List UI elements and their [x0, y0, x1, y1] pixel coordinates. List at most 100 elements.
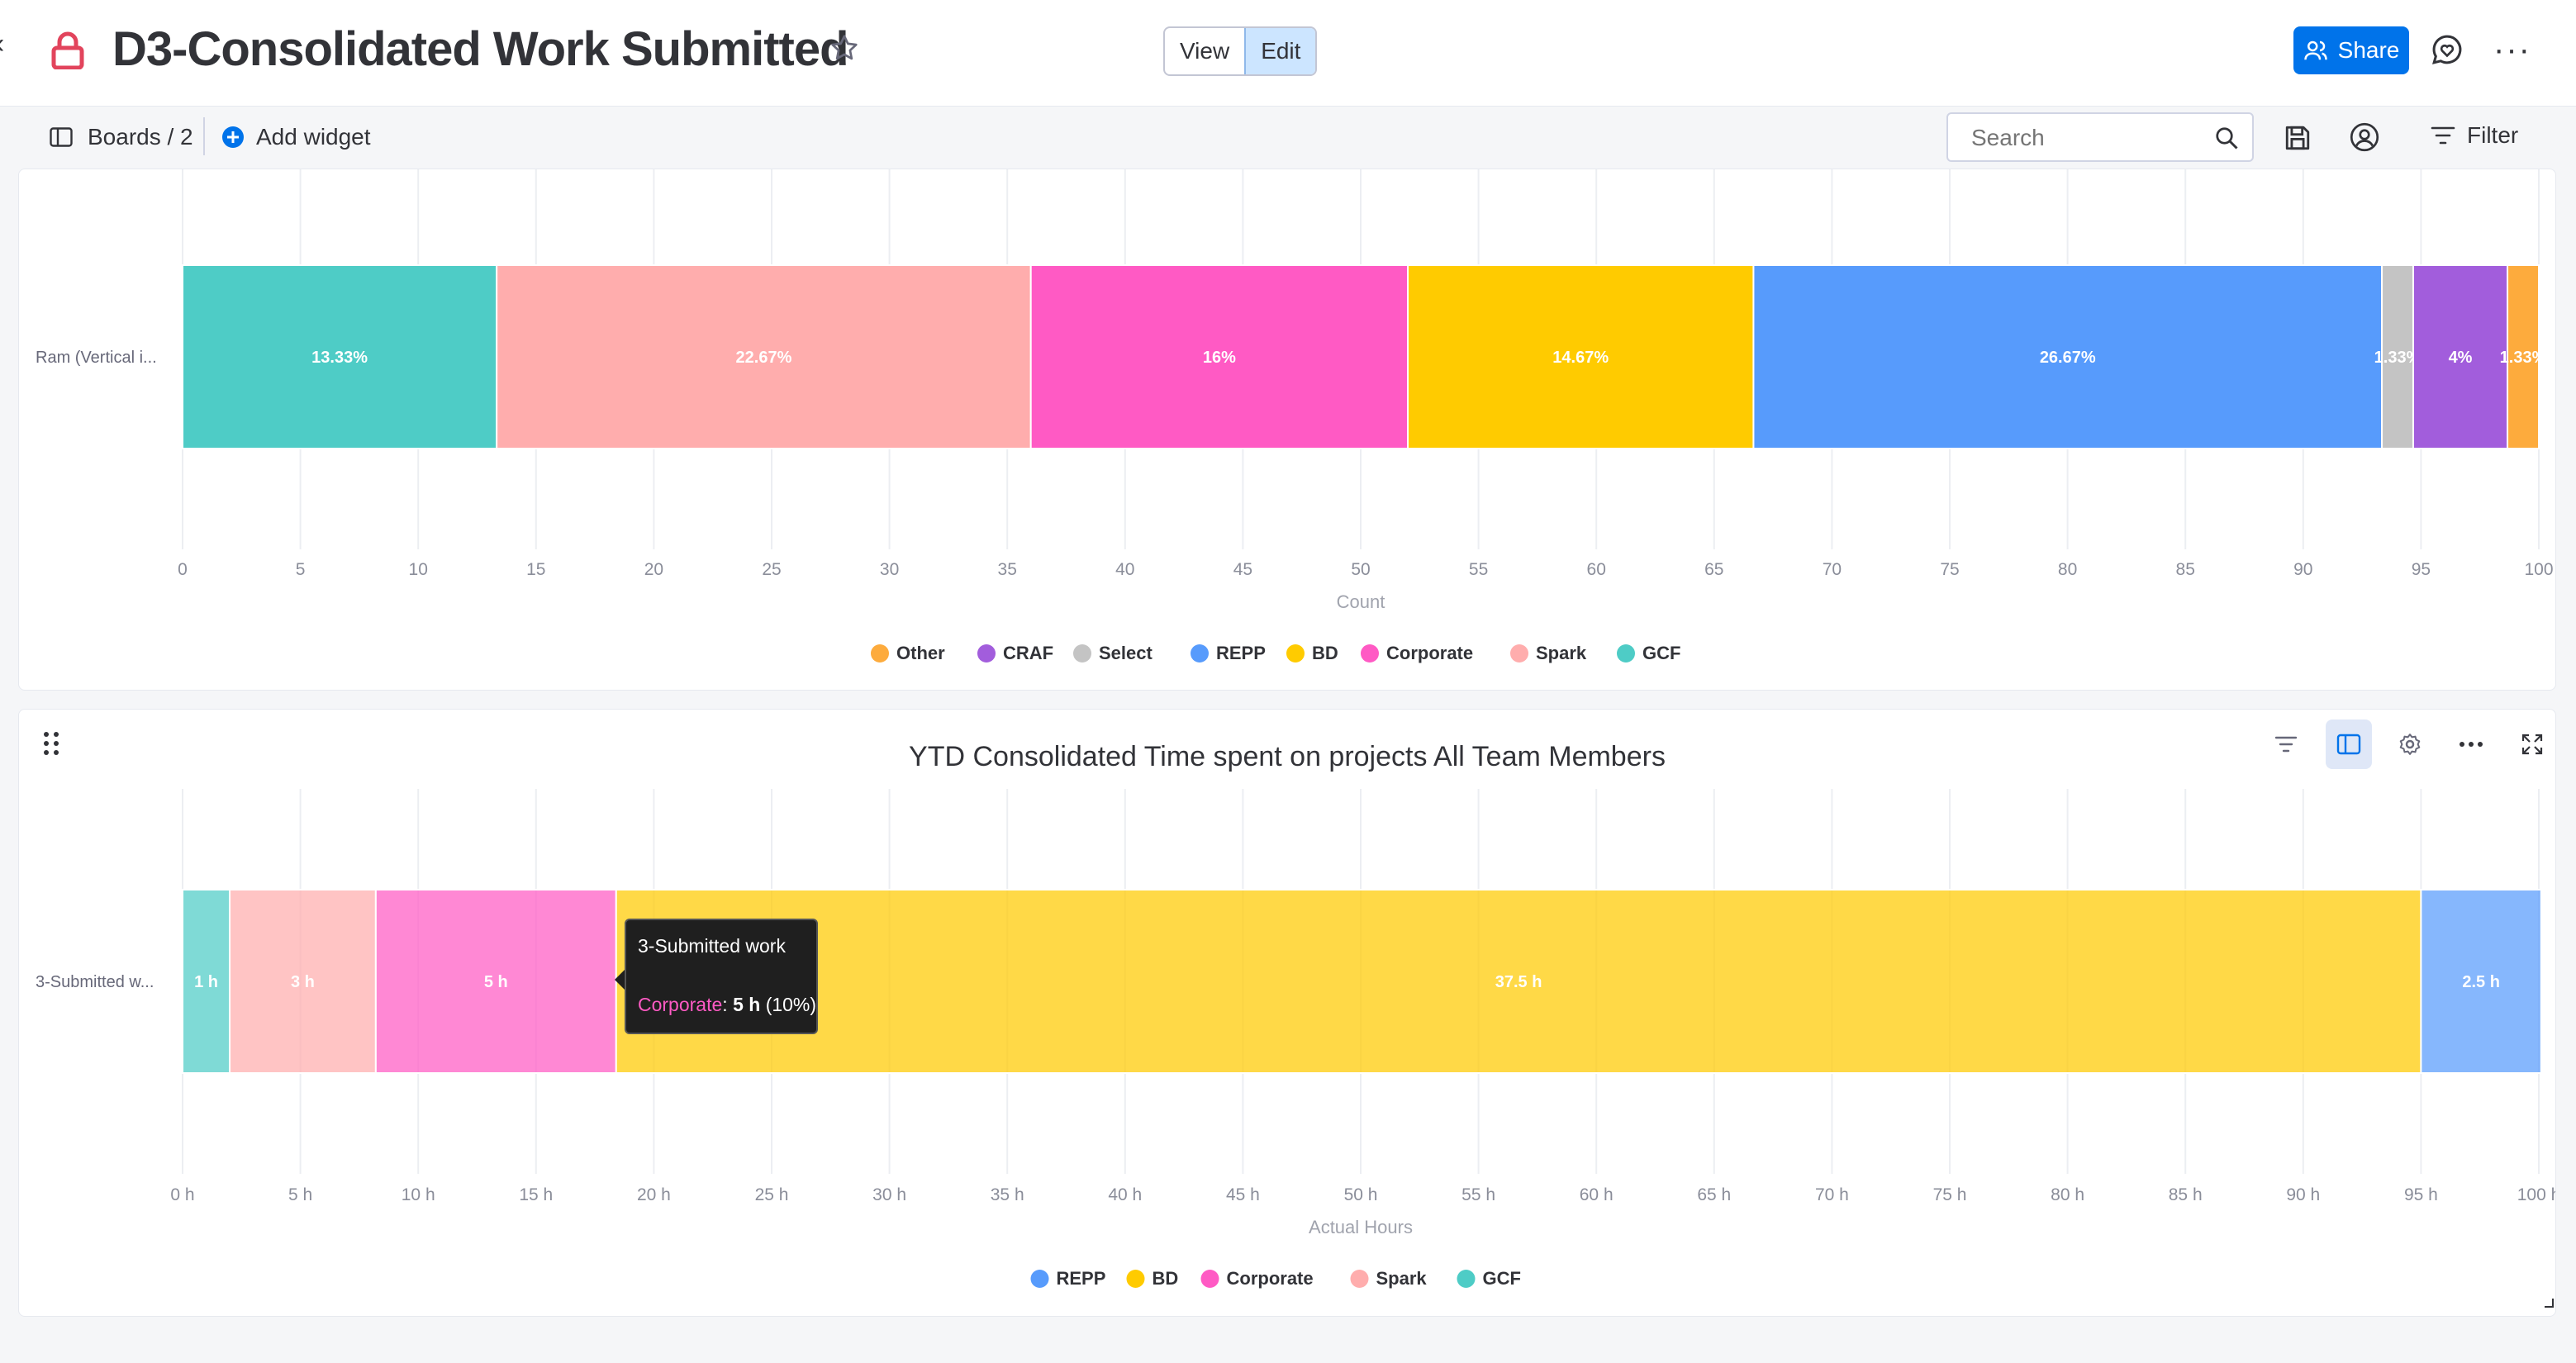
board-header: ‹ D3-Consolidated Work Submitted View Ed… [0, 0, 2576, 107]
legend-label-corporate[interactable]: Corporate [1227, 1268, 1314, 1289]
legend-label-bd[interactable]: BD [1153, 1268, 1179, 1289]
x-tick-label: 85 [2176, 560, 2195, 579]
legend-label-corporate[interactable]: Corporate [1386, 643, 1473, 663]
add-widget-button[interactable]: Add widget [221, 124, 371, 150]
x-tick-label: 80 h [2051, 1185, 2084, 1204]
x-axis-label: Actual Hours [1309, 1217, 1413, 1237]
legend-label-craf[interactable]: CRAF [1003, 643, 1053, 663]
board-title[interactable]: D3-Consolidated Work Submitted [112, 21, 849, 77]
x-tick-label: 90 h [2286, 1185, 2320, 1204]
data-label: 37.5 h [1495, 973, 1542, 991]
lock-icon [51, 31, 84, 69]
x-tick-label: 55 [1469, 560, 1488, 579]
search-input[interactable] [1970, 124, 2221, 152]
tooltip-arrow [615, 970, 625, 990]
stacked-bar-chart-ram: 0 5 10 15 20 25 30 35 40 45 50 55 60 65 70 75 80 85 90 95 10… [36, 169, 2554, 663]
x-tick-label: 25 [762, 560, 781, 579]
edit-button[interactable]: Edit [1244, 28, 1316, 74]
widget-filter-button[interactable] [2263, 719, 2309, 769]
widget-settings-button[interactable] [2387, 719, 2433, 769]
resize-handle-icon[interactable] [2543, 1297, 2555, 1308]
legend-swatch-craf [977, 644, 996, 663]
view-button[interactable]: View [1165, 28, 1244, 74]
legend-label-spark[interactable]: Spark [1376, 1268, 1428, 1289]
tooltip-percent: (10%) [765, 994, 817, 1015]
x-tick-label: 45 [1233, 560, 1252, 579]
gear-icon [2399, 734, 2421, 755]
widget-title: YTD Consolidated Time spent on projects … [909, 741, 1666, 772]
x-tick-label: 0 h [170, 1185, 194, 1204]
x-tick-label: 65 [1704, 560, 1723, 579]
legend-swatch-gcf [1457, 1270, 1476, 1288]
back-icon[interactable]: ‹ [0, 28, 4, 60]
panel-icon [50, 127, 73, 147]
filter-label: Filter [2467, 122, 2519, 148]
widget-expand-button[interactable] [2509, 719, 2555, 769]
filter-button[interactable]: Filter [2431, 122, 2518, 149]
share-button[interactable]: Share [2293, 26, 2409, 74]
filter-icon [2431, 126, 2455, 145]
widget-more-button[interactable] [2448, 719, 2494, 769]
person-filter-icon[interactable] [2350, 122, 2379, 152]
widget-layout-button[interactable] [2326, 719, 2372, 769]
search-box [1946, 112, 2254, 162]
data-label: 1 h [194, 973, 218, 991]
tooltip-value: 5 h [733, 994, 761, 1015]
data-label: 16% [1203, 349, 1236, 367]
x-tick-label: 25 h [755, 1185, 789, 1204]
view-edit-toggle: View Edit [1163, 26, 1318, 76]
legend-swatch-bd [1126, 1270, 1145, 1288]
legend-swatch-repp [1030, 1270, 1049, 1288]
legend-label-gcf[interactable]: GCF [1483, 1268, 1521, 1289]
widget-filter-icon [2274, 736, 2298, 753]
legend-swatch-corporate [1361, 644, 1379, 663]
legend-label-spark[interactable]: Spark [1536, 643, 1587, 663]
stacked-bar-chart-ytd: 0 h 5 h 10 h 15 h 20 h 25 h 30 h 35 h 40 h 45 h 50… [36, 789, 2560, 1289]
category-label: 3-Submitted w... [36, 973, 154, 991]
legend-label-bd[interactable]: BD [1312, 643, 1338, 663]
x-tick-label: 0 [178, 560, 188, 579]
legend-swatch-spark [1350, 1270, 1369, 1288]
toolbar-divider [203, 117, 205, 155]
x-tick-label: 75 h [1933, 1185, 1967, 1204]
x-tick-label: 90 [2293, 560, 2312, 579]
save-icon[interactable] [2284, 124, 2312, 152]
boards-breadcrumb[interactable]: Boards / 2 [50, 124, 193, 150]
data-label: 4% [2449, 349, 2473, 367]
x-tick-label: 100 [2524, 560, 2553, 579]
tooltip-colon: : [722, 994, 734, 1015]
x-tick-label: 60 h [1580, 1185, 1614, 1204]
x-tick-label: 70 [1823, 560, 1842, 579]
legend-label-select[interactable]: Select [1099, 643, 1153, 663]
share-person-icon [2303, 40, 2327, 60]
category-label: Ram (Vertical i... [36, 349, 157, 367]
x-tick-label: 10 [409, 560, 428, 579]
x-tick-label: 5 [296, 560, 306, 579]
x-tick-label: 20 h [637, 1185, 671, 1204]
expand-icon [2521, 734, 2543, 755]
legend-label-repp[interactable]: REPP [1057, 1268, 1106, 1289]
legend-label-other[interactable]: Other [896, 643, 945, 663]
legend-swatch-other [871, 644, 889, 663]
star-icon[interactable] [829, 33, 859, 63]
x-tick-label: 45 h [1226, 1185, 1260, 1204]
x-tick-label: 10 h [402, 1185, 435, 1204]
tooltip-value-line: Corporate: 5 h (10%) [638, 994, 816, 1016]
x-tick-label: 80 [2058, 560, 2077, 579]
legend-swatch-corporate [1200, 1270, 1219, 1288]
x-tick-label: 75 [1940, 560, 1959, 579]
data-label: 13.33% [311, 349, 368, 367]
search-icon[interactable] [2214, 126, 2239, 150]
legend-label-repp[interactable]: REPP [1216, 643, 1266, 663]
x-axis-label: Count [1337, 591, 1385, 612]
chat-heart-icon[interactable] [2431, 33, 2464, 66]
add-widget-label: Add widget [256, 124, 371, 150]
x-tick-label: 100 h [2517, 1185, 2555, 1204]
x-tick-label: 50 [1351, 560, 1370, 579]
legend-swatch-repp [1191, 644, 1209, 663]
x-tick-label: 35 [998, 560, 1017, 579]
legend-label-gcf[interactable]: GCF [1642, 643, 1680, 663]
x-tick-label: 85 h [2169, 1185, 2203, 1204]
x-tick-label: 30 [880, 560, 899, 579]
more-options-icon[interactable]: ··· [2493, 31, 2531, 69]
